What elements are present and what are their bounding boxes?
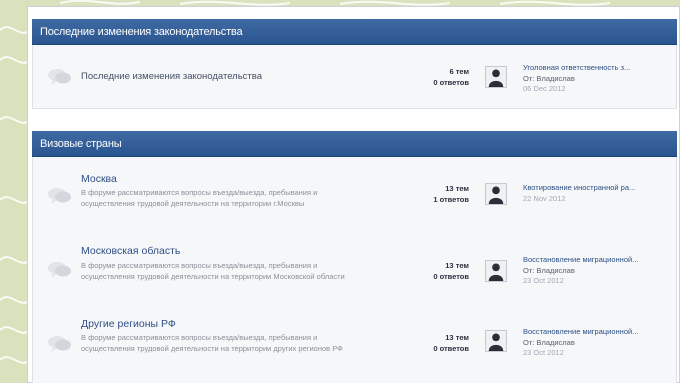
speech-bubble-icon (48, 69, 71, 85)
replies-count: 1 ответов (433, 195, 469, 204)
last-post-author[interactable]: От: Владислав (523, 74, 673, 85)
forum-stats: 13 тем 0 ответов (391, 260, 469, 282)
category-body-legislation: Последние изменения законодательства 6 т… (32, 45, 677, 109)
speech-bubble-icon (48, 262, 71, 278)
forum-description: В форуме рассматриваются вопросы въезда/… (81, 188, 318, 208)
topics-count: 13 тем (445, 184, 469, 193)
forum-stats: 6 тем 0 ответов (391, 66, 469, 88)
category-body-visa-countries: Москва В форуме рассматриваются вопросы … (32, 157, 677, 383)
last-post-author[interactable]: От: Владислав (523, 266, 673, 277)
user-avatar-icon[interactable] (485, 66, 507, 88)
topics-count: 13 тем (445, 333, 469, 342)
user-avatar-icon[interactable] (485, 330, 507, 352)
last-post-info: Восстановление миграционной... От: Влади… (523, 327, 673, 359)
last-post-title[interactable]: Уголовная ответственность з... (523, 63, 673, 74)
forum-description: В форуме рассматриваются вопросы въезда/… (81, 333, 343, 353)
speech-bubble-icon (48, 336, 71, 352)
last-post-author[interactable]: От: Владислав (523, 338, 673, 349)
forum-title[interactable]: Последние изменения законодательства (81, 71, 262, 82)
last-post-title[interactable]: Восстановление миграционной... (523, 255, 673, 266)
replies-count: 0 ответов (433, 272, 469, 281)
category-header-legislation[interactable]: Последние изменения законодательства (32, 19, 677, 45)
forum-row[interactable]: Последние изменения законодательства 6 т… (33, 45, 676, 109)
category-title: Визовые страны (40, 138, 122, 150)
forum-row[interactable]: Московская область В форуме рассматриваю… (33, 243, 676, 305)
forum-title[interactable]: Другие регионы РФ (81, 318, 176, 330)
forum-panel: Последние изменения законодательства Пос… (27, 6, 680, 383)
forum-stats: 13 тем 1 ответов (391, 183, 469, 205)
replies-count: 0 ответов (433, 78, 469, 87)
last-post-date: 23 Oct 2012 (523, 348, 564, 357)
last-post-info: Уголовная ответственность з... От: Влади… (523, 63, 673, 95)
last-post-info: Восстановление миграционной... От: Влади… (523, 255, 673, 287)
last-post-info: Квотирование иностранной ра... 22 Nov 20… (523, 183, 673, 204)
user-avatar-icon[interactable] (485, 260, 507, 282)
last-post-date: 06 Dec 2012 (523, 84, 566, 93)
last-post-date: 23 Oct 2012 (523, 276, 564, 285)
topics-count: 6 тем (449, 67, 469, 76)
category-title: Последние изменения законодательства (40, 26, 243, 38)
forum-description: В форуме рассматриваются вопросы въезда/… (81, 261, 345, 281)
forum-title[interactable]: Московская область (81, 245, 180, 257)
speech-bubble-icon (48, 188, 71, 204)
user-avatar-icon[interactable] (485, 183, 507, 205)
last-post-date: 22 Nov 2012 (523, 193, 566, 203)
topics-count: 13 тем (445, 261, 469, 270)
last-post-title[interactable]: Квотирование иностранной ра... (523, 183, 673, 194)
forum-row[interactable]: Москва В форуме рассматриваются вопросы … (33, 169, 676, 231)
category-header-visa-countries[interactable]: Визовые страны (32, 131, 677, 157)
last-post-title[interactable]: Восстановление миграционной... (523, 327, 673, 338)
replies-count: 0 ответов (433, 344, 469, 353)
forum-title[interactable]: Москва (81, 173, 117, 185)
forum-row[interactable]: Другие регионы РФ В форуме рассматривают… (33, 315, 676, 377)
forum-stats: 13 тем 0 ответов (391, 332, 469, 354)
